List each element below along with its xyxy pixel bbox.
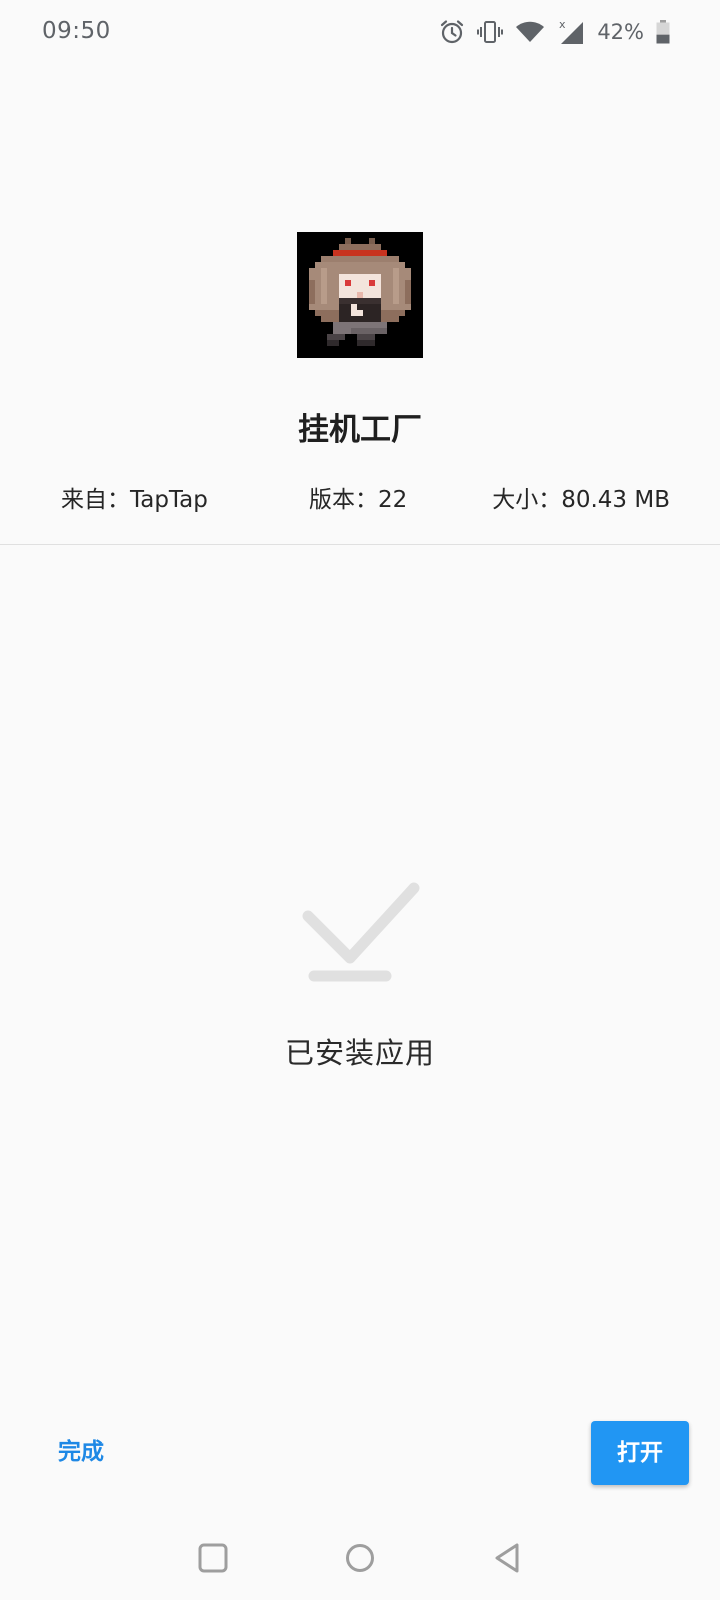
status-icons: x 42%	[439, 16, 670, 48]
svg-text:x: x	[559, 18, 566, 31]
app-meta-row: 来自：TapTap 版本：22 大小：80.43 MB	[0, 480, 720, 516]
home-icon[interactable]	[338, 1536, 382, 1580]
app-size: 大小：80.43 MB	[492, 487, 670, 513]
cellular-no-signal-icon: x	[557, 18, 585, 46]
battery-icon	[656, 20, 670, 44]
status-time: 09:50	[42, 18, 111, 44]
battery-percent: 42%	[597, 20, 644, 44]
divider	[0, 544, 720, 545]
app-name: 挂机工厂	[298, 412, 422, 448]
done-button[interactable]: 完成	[44, 1424, 156, 1480]
open-button[interactable]: 打开	[591, 1421, 689, 1485]
status-bar: 09:50 x 42%	[0, 0, 720, 64]
navigation-bar	[0, 1520, 720, 1600]
app-icon	[297, 232, 423, 358]
checkmark-icon	[300, 880, 422, 982]
vibrate-icon	[477, 19, 504, 45]
alarm-icon	[439, 19, 465, 45]
back-icon[interactable]	[486, 1536, 530, 1580]
app-source: 来自：TapTap	[61, 487, 208, 513]
install-result-message: 已安装应用	[284, 1036, 435, 1070]
wifi-icon	[515, 20, 545, 44]
recent-apps-icon[interactable]	[191, 1536, 235, 1580]
app-version: 版本：22	[309, 487, 408, 513]
pixel-character-app-icon	[297, 232, 423, 358]
